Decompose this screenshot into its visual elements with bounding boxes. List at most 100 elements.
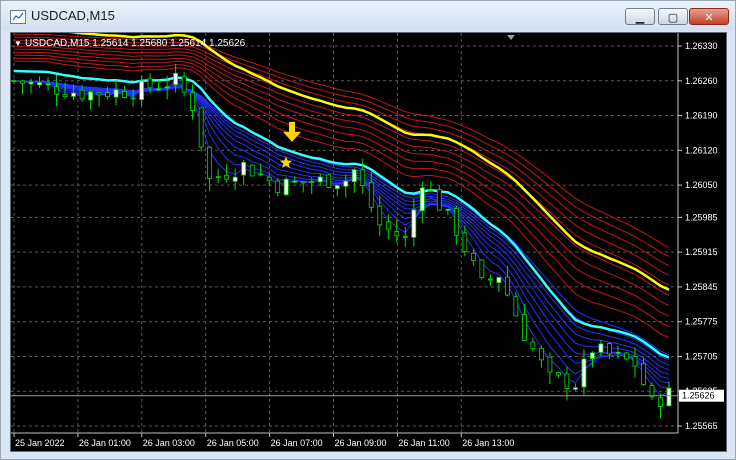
candle-body bbox=[317, 176, 323, 183]
candle-body bbox=[436, 189, 442, 211]
candle-body bbox=[79, 89, 85, 100]
candle-body bbox=[624, 352, 629, 360]
candle-body bbox=[394, 231, 400, 237]
candle-body bbox=[470, 252, 476, 261]
candle-body bbox=[45, 83, 51, 86]
red-ma-line bbox=[13, 36, 670, 257]
candle-body bbox=[173, 72, 179, 86]
candle-body bbox=[96, 92, 102, 96]
candle-body bbox=[590, 352, 595, 359]
candle-body bbox=[504, 276, 510, 296]
candle-body bbox=[377, 205, 383, 226]
y-tick-label: 1.26190 bbox=[685, 111, 718, 121]
x-tick-label: 26 Jan 03:00 bbox=[143, 438, 195, 448]
candle-body bbox=[156, 88, 162, 91]
close-icon: ✕ bbox=[704, 11, 714, 24]
candle-body bbox=[360, 169, 366, 186]
symbol-menu-icon[interactable]: ▼ bbox=[14, 39, 22, 48]
minimize-icon: ▁ bbox=[635, 11, 645, 24]
candle-body bbox=[181, 75, 187, 93]
candle-body bbox=[530, 341, 536, 349]
x-tick-label: 26 Jan 07:00 bbox=[271, 438, 323, 448]
maximize-icon: ▢ bbox=[667, 11, 679, 24]
x-tick-label: 26 Jan 05:00 bbox=[207, 438, 259, 448]
x-tick-label: 25 Jan 2022 bbox=[15, 438, 65, 448]
candle-body bbox=[402, 236, 408, 238]
red-ma-line bbox=[13, 42, 670, 276]
candle-body bbox=[539, 348, 544, 361]
candle-body bbox=[37, 82, 42, 86]
candle-body bbox=[343, 180, 349, 187]
candle-body bbox=[309, 181, 315, 184]
candle-body bbox=[666, 387, 672, 407]
candle-body bbox=[130, 97, 136, 100]
y-tick-label: 1.25915 bbox=[685, 247, 718, 257]
candle-body bbox=[139, 80, 144, 101]
candle-body bbox=[598, 343, 604, 353]
title-bar[interactable]: USDCAD,M15 ▁ ▢ ✕ bbox=[1, 1, 735, 31]
cyan-ma-line bbox=[13, 69, 670, 359]
candle-body bbox=[266, 176, 272, 181]
candle-body bbox=[351, 169, 357, 183]
chart-area[interactable]: 1.26330 1.26260 1.26190 1.26120 1.26050 1.259… bbox=[10, 27, 727, 452]
candle-body bbox=[88, 91, 93, 101]
candle-body bbox=[258, 173, 264, 176]
x-tick-label: 26 Jan 01:00 bbox=[79, 438, 131, 448]
candle-body bbox=[113, 89, 119, 98]
candle-body bbox=[105, 92, 110, 97]
candle-body bbox=[232, 176, 238, 182]
candle-body bbox=[147, 78, 153, 89]
candle-body bbox=[62, 94, 68, 98]
red-ma-line bbox=[13, 39, 670, 267]
y-tick-label: 1.26050 bbox=[685, 180, 718, 190]
y-tick-label: 1.25845 bbox=[685, 282, 718, 292]
minimize-button[interactable]: ▁ bbox=[625, 8, 655, 25]
moving-average-ribbons bbox=[13, 27, 670, 397]
window-title: USDCAD,M15 bbox=[31, 8, 115, 23]
y-tick-label: 1.26260 bbox=[685, 76, 718, 86]
candle-body bbox=[275, 180, 281, 194]
candle-body bbox=[573, 387, 578, 390]
blue-ma-line bbox=[13, 80, 670, 388]
current-price-label: 1.25626 bbox=[682, 391, 715, 401]
yellow-ma-line bbox=[13, 27, 670, 291]
candles bbox=[11, 64, 672, 419]
blue-ma-line bbox=[13, 80, 670, 371]
x-tick-label: 26 Jan 13:00 bbox=[462, 438, 514, 448]
candle-body bbox=[54, 86, 59, 95]
candle-body bbox=[615, 351, 621, 354]
candle-body bbox=[496, 277, 502, 283]
candle-body bbox=[479, 259, 485, 278]
y-tick-label: 1.25705 bbox=[685, 351, 718, 361]
y-tick-label: 1.25565 bbox=[685, 421, 718, 431]
candle-body bbox=[649, 385, 655, 398]
candle-body bbox=[487, 278, 493, 281]
candle-body bbox=[581, 358, 587, 388]
candle-body bbox=[411, 209, 417, 238]
close-button[interactable]: ✕ bbox=[689, 8, 729, 25]
candle-body bbox=[453, 208, 459, 236]
candle-body bbox=[641, 363, 646, 386]
y-tick-label: 1.25775 bbox=[685, 317, 718, 327]
maximize-button[interactable]: ▢ bbox=[658, 8, 688, 25]
symbol-info: USDCAD,M15 1.25614 1.25680 1.25614 1.256… bbox=[25, 38, 246, 49]
candle-body bbox=[419, 187, 425, 212]
x-tick-label: 26 Jan 11:00 bbox=[398, 438, 449, 448]
candle-body bbox=[241, 162, 247, 176]
candle-body bbox=[385, 221, 391, 230]
candle-body bbox=[513, 296, 519, 317]
candle-body bbox=[445, 208, 451, 211]
red-ma-line bbox=[13, 60, 670, 338]
chart-window-icon bbox=[10, 10, 26, 24]
x-tick-label: 26 Jan 09:00 bbox=[334, 438, 386, 448]
chart-window: USDCAD,M15 ▁ ▢ ✕ 1.26330 1.26260 1.26190 1.… bbox=[0, 0, 736, 460]
blue-ma-line bbox=[13, 80, 670, 366]
price-chart[interactable]: 1.26330 1.26260 1.26190 1.26120 1.26050 1.259… bbox=[11, 27, 726, 451]
candle-body bbox=[632, 356, 638, 367]
candle-body bbox=[658, 397, 663, 407]
candle-body bbox=[283, 178, 289, 196]
candle-body bbox=[462, 232, 468, 252]
candle-body bbox=[164, 86, 170, 89]
candle-body bbox=[224, 175, 230, 180]
candle-body bbox=[326, 174, 332, 188]
